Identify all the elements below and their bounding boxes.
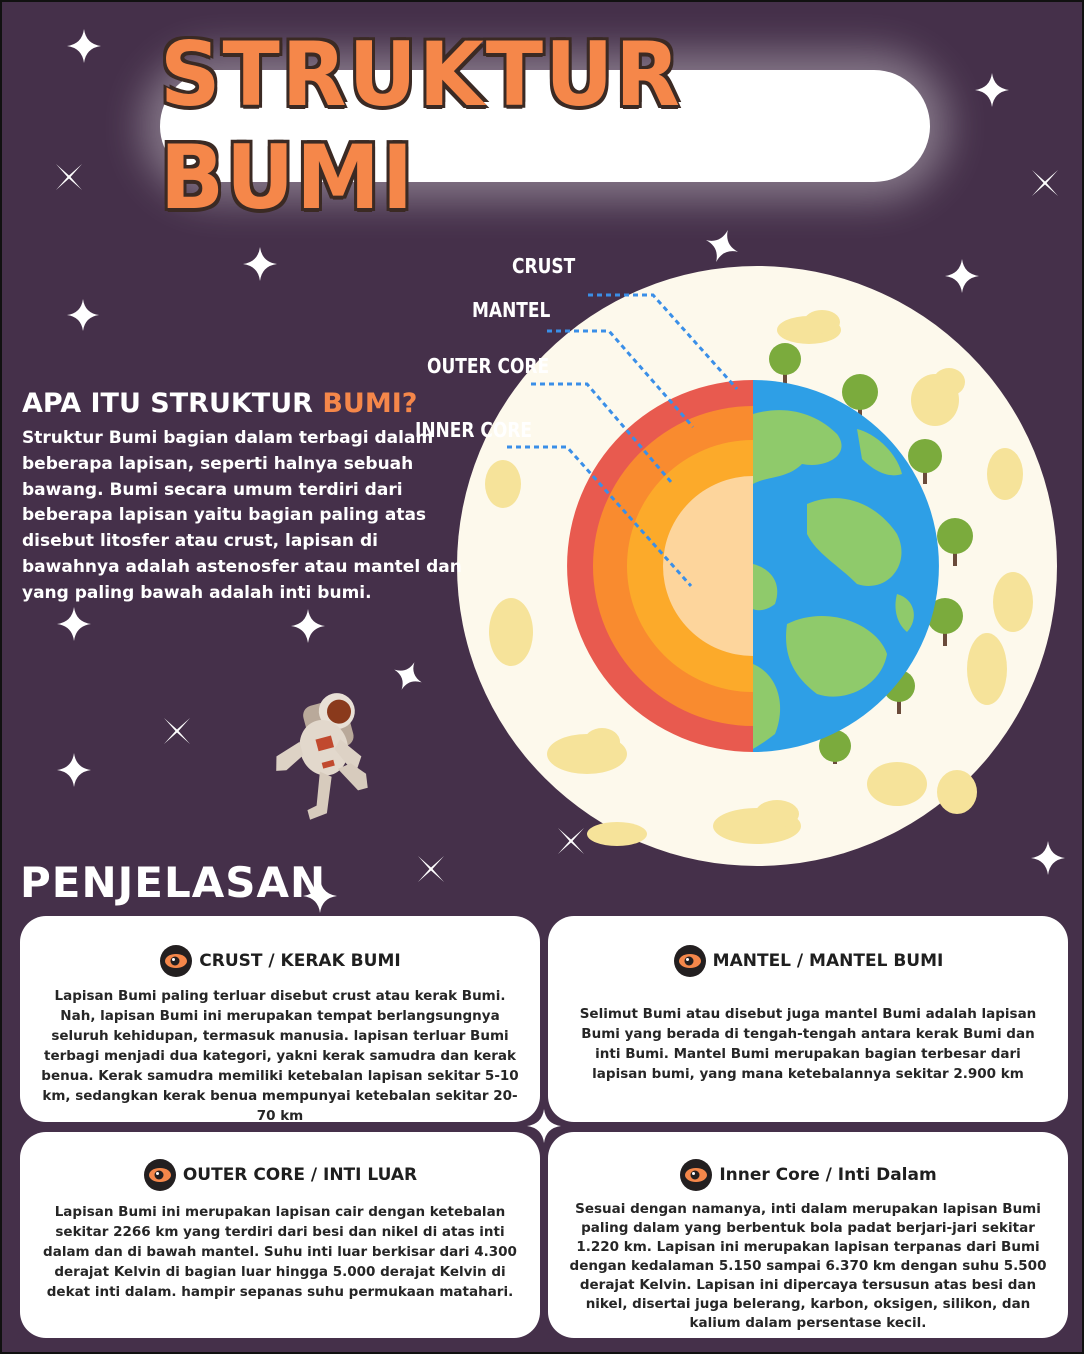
infographic-page: STRUKTUR BUMI CRUST MANTEL OUTER CORE IN…: [0, 0, 1084, 1354]
inner-core-card: Inner Core / Inti Dalam Sesuai dengan na…: [548, 1132, 1068, 1338]
star-icon: [1032, 170, 1058, 196]
card-header: MANTEL / MANTEL BUMI: [558, 944, 1058, 978]
star-icon: [975, 73, 1009, 107]
card-body: Lapisan Bumi paling terluar disebut crus…: [41, 988, 519, 1124]
card-body: Sesuai dengan namanya, inti dalam merupa…: [569, 1201, 1047, 1331]
card-title: CRUST / KERAK BUMI: [199, 951, 401, 971]
section-title: PENJELASAN: [20, 858, 327, 907]
star-icon: [394, 662, 422, 690]
star-icon: [706, 230, 738, 262]
star-icon: [291, 609, 325, 643]
star-icon: [57, 753, 91, 787]
mantel-card: MANTEL / MANTEL BUMI Selimut Bumi atau d…: [548, 916, 1068, 1122]
outer-core-card: OUTER CORE / INTI LUAR Lapisan Bumi ini …: [20, 1132, 540, 1338]
page-title: STRUKTUR BUMI: [160, 23, 682, 229]
crust-label: CRUST: [512, 254, 576, 278]
star-icon: [67, 29, 101, 63]
eye-icon: [673, 945, 706, 977]
card-title: MANTEL / MANTEL BUMI: [712, 951, 944, 971]
title-badge: STRUKTUR BUMI: [160, 23, 930, 229]
star-icon: [418, 856, 444, 882]
earth-cross-section: [567, 380, 939, 752]
crust-card: CRUST / KERAK BUMI Lapisan Bumi paling t…: [20, 916, 540, 1124]
card-title: Inner Core / Inti Dalam: [719, 1165, 937, 1185]
mantel-label: MANTEL: [472, 298, 551, 322]
star-icon: [66, 298, 100, 332]
eye-icon: [680, 1159, 713, 1191]
astronaut-illustration: [276, 693, 368, 820]
card-header: OUTER CORE / INTI LUAR: [30, 1158, 530, 1192]
intro-text: Struktur Bumi bagian dalam terbagi dalam…: [22, 428, 462, 603]
star-icon: [164, 718, 190, 744]
card-header: Inner Core / Inti Dalam: [558, 1158, 1058, 1192]
star-icon: [57, 607, 91, 641]
card-title: OUTER CORE / INTI LUAR: [182, 1165, 418, 1185]
eye-icon: [160, 945, 193, 977]
outer-core-label: OUTER CORE: [427, 354, 550, 378]
intro-heading-accent: BUMI?: [322, 388, 418, 419]
star-icon: [243, 247, 277, 281]
eye-icon: [143, 1159, 176, 1191]
card-body: Selimut Bumi atau disebut juga mantel Bu…: [579, 1006, 1037, 1082]
intro-heading: APA ITU STRUKTUR BUMI?: [22, 388, 417, 419]
card-header: CRUST / KERAK BUMI: [30, 944, 530, 978]
star-icon: [56, 164, 82, 190]
intro-heading-main: APA ITU STRUKTUR: [22, 388, 323, 419]
card-body: Lapisan Bumi ini merupakan lapisan cair …: [43, 1204, 517, 1300]
